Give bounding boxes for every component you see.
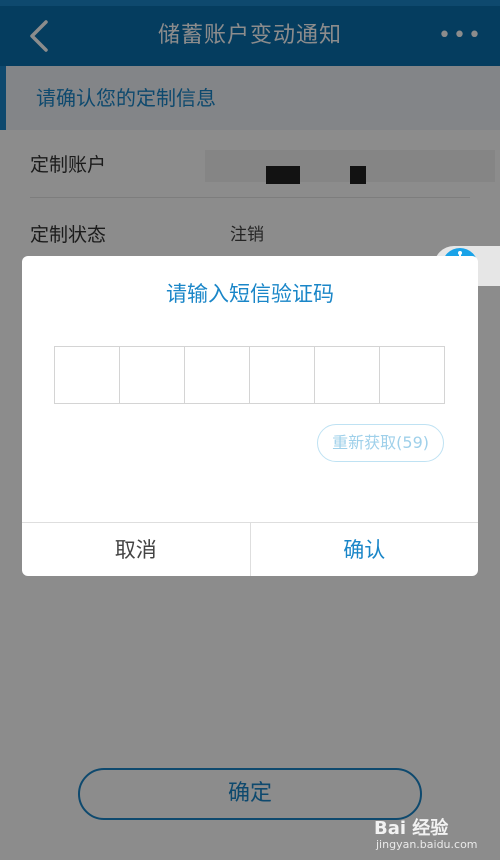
- code-digit-box[interactable]: [120, 347, 185, 403]
- resend-code-button[interactable]: 重新获取(59): [317, 424, 444, 462]
- watermark-domain: jingyan.baidu.com: [376, 838, 478, 851]
- code-digit-box[interactable]: [55, 347, 120, 403]
- watermark-brand: Bai 经验: [374, 818, 449, 839]
- code-digit-box[interactable]: [380, 347, 444, 403]
- sms-verification-dialog: 请输入短信验证码 重新获取(59) 取消 确认: [22, 256, 478, 576]
- baidu-watermark: Bai 经验 jingyan.baidu.com: [374, 810, 492, 854]
- dialog-footer: 取消 确认: [22, 522, 478, 576]
- code-digit-box[interactable]: [315, 347, 380, 403]
- dialog-title: 请输入短信验证码: [166, 282, 334, 306]
- ok-button[interactable]: 确认: [251, 523, 479, 576]
- code-digit-box[interactable]: [185, 347, 250, 403]
- cancel-button[interactable]: 取消: [22, 523, 251, 576]
- code-digit-box[interactable]: [250, 347, 315, 403]
- sms-code-input[interactable]: [54, 346, 445, 404]
